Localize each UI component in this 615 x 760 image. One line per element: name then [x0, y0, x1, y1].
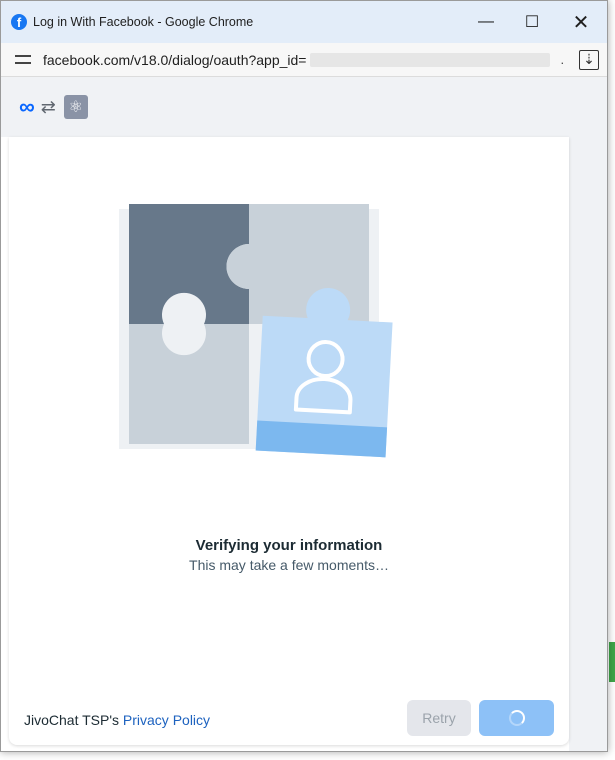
site-settings-icon[interactable]: [15, 53, 31, 67]
dialog-card: Verifying your information This may take…: [9, 137, 569, 745]
window-title: Log in With Facebook - Google Chrome: [33, 15, 254, 29]
title-bar: f Log in With Facebook - Google Chrome —…: [1, 1, 607, 43]
continue-button[interactable]: [479, 700, 554, 736]
dialog-side-panel: [569, 77, 607, 751]
spinner-icon: [508, 710, 525, 726]
policy-owner: JivoChat TSP's: [24, 712, 120, 728]
dialog-header: ∞ ⇄ ⚛: [1, 77, 569, 137]
address-bar: facebook.com/v18.0/dialog/oauth?app_id= …: [1, 43, 607, 77]
minimize-icon[interactable]: —: [463, 1, 509, 43]
close-icon[interactable]: ✕: [555, 1, 607, 43]
meta-icon: ∞: [19, 94, 35, 119]
url-text[interactable]: facebook.com/v18.0/dialog/oauth?app_id=: [43, 52, 306, 68]
facebook-icon: f: [11, 14, 27, 30]
chrome-popup-window: f Log in With Facebook - Google Chrome —…: [0, 0, 608, 752]
privacy-policy-text: JivoChat TSP's Privacy Policy: [24, 712, 210, 728]
react-icon: ⚛: [63, 95, 88, 119]
install-app-icon[interactable]: ⇣: [579, 49, 599, 70]
url-end: .: [560, 52, 565, 67]
bg-green-button: [609, 642, 615, 682]
status-subtitle: This may take a few moments…: [189, 557, 389, 573]
puzzle-illustration: [119, 204, 393, 458]
status-title: Verifying your information: [195, 537, 383, 554]
window-controls: — ☐ ✕: [463, 1, 607, 43]
privacy-policy-link[interactable]: Privacy Policy: [123, 712, 210, 728]
swap-icon: ⇄: [40, 96, 56, 117]
dialog-content: ∞ ⇄ ⚛ Verifying your information This ma…: [1, 77, 607, 751]
maximize-icon[interactable]: ☐: [509, 1, 555, 43]
url-redacted: [310, 52, 551, 67]
retry-button[interactable]: Retry: [407, 700, 471, 736]
